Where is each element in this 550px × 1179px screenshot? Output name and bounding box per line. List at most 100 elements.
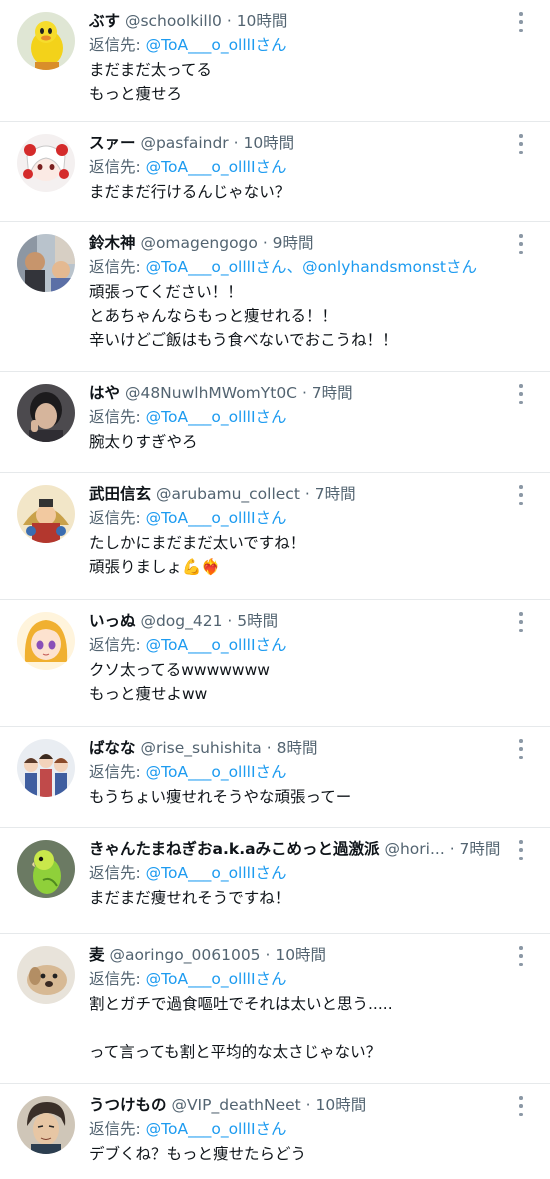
user-handle[interactable]: @rise_suhishita [140,739,261,757]
reply-content: うつけもの @VIP_deathNeet · 10時間 返信先: @ToA___o… [89,1093,514,1166]
user-handle[interactable]: @48NuwlhMWomYt0C [125,384,297,402]
timestamp[interactable]: 7時間 [460,840,501,858]
reply-text: 割とガチで過食嘔吐でそれは太いと思う..... って言っても割と平均的な太さじゃな… [89,992,514,1064]
reply-tweet[interactable]: 鈴木神 @omagengogo · 9時間 返信先: @ToA___o_olllI… [0,222,550,372]
mention-link[interactable]: @ToA___o_olllIさん [146,763,287,781]
user-handle[interactable]: @aoringo_0061005 [109,946,260,964]
more-options-icon[interactable] [514,1096,528,1116]
user-handle[interactable]: @omagengogo [140,234,257,252]
more-options-icon[interactable] [514,946,528,966]
replying-to-label: 返信先: [89,864,141,882]
reply-text-line: まだまだ太ってる [89,61,212,79]
replying-to: 返信先: @ToA___o_olllIさん [89,967,514,992]
more-options-icon[interactable] [514,485,528,505]
reply-tweet[interactable]: ばなな @rise_suhishita · 8時間 返信先: @ToA___o_o… [0,727,550,828]
display-name[interactable]: いっぬ [89,612,136,630]
reply-header: ぶす @schoolkill0 · 10時間 [89,9,514,33]
replying-to-label: 返信先: [89,408,141,426]
more-options-icon[interactable] [514,12,528,32]
reply-tweet[interactable]: うつけもの @VIP_deathNeet · 10時間 返信先: @ToA___o… [0,1084,550,1179]
reply-tweet[interactable]: はや @48NuwlhMWomYt0C · 7時間返信先: @ToA___o_o… [0,372,550,473]
replying-to: 返信先: @ToA___o_olllIさん [89,633,514,658]
reply-tweet[interactable]: 武田信玄 @arubamu_collect · 7時間 返信先: @ToA___o… [0,473,550,600]
mention-link[interactable]: @ToA___o_olllIさん [146,408,287,426]
anime-group-avatar[interactable] [17,739,75,797]
display-name[interactable]: うつけもの [89,1096,167,1114]
replying-to-label: 返信先: [89,970,141,988]
timestamp[interactable]: 7時間 [315,485,356,503]
reply-text: クソ太ってるwwwwwww もっと痩せよww [89,658,514,706]
timestamp[interactable]: 8時間 [277,739,318,757]
separator-dot: · [260,946,276,964]
display-name[interactable]: スァー [89,134,136,152]
photo-person-avatar[interactable] [17,384,75,442]
display-name[interactable]: ぶす [89,12,120,30]
mention-link[interactable]: @ToA___o_olllIさん [146,970,287,988]
separator-dot: · [297,384,312,402]
user-handle[interactable]: @VIP_deathNeet [171,1096,300,1114]
timestamp[interactable]: 5時間 [237,612,278,630]
reply-content: いっぬ @dog_421 · 5時間 返信先: @ToA___o_olllIさんク… [89,609,514,706]
display-name[interactable]: 鈴木神 [89,234,136,252]
mention-link[interactable]: @onlyhandsmonstさん [302,258,477,276]
replying-to: 返信先: @ToA___o_olllIさん、@onlyhandsmonstさん [89,255,514,280]
reply-tweet[interactable]: ぶす @schoolkill0 · 10時間 返信先: @ToA___o_olll… [0,0,550,122]
display-name[interactable]: ばなな [89,739,136,757]
more-options-icon[interactable] [514,739,528,759]
timestamp[interactable]: 10時間 [237,12,288,30]
timestamp[interactable]: 7時間 [312,384,353,402]
reply-tweet[interactable]: いっぬ @dog_421 · 5時間 返信先: @ToA___o_olllIさんク… [0,600,550,727]
timestamp[interactable]: 10時間 [275,946,326,964]
anime-girl-avatar[interactable] [17,612,75,670]
display-name[interactable]: 麦 [89,946,105,964]
dog-avatar[interactable] [17,946,75,1004]
reply-header: きゃんたまねぎおa.k.aみこめっと過激派 @hori... · 7時間 [89,837,514,861]
anime-man-avatar[interactable] [17,1096,75,1154]
reply-text-line: もうちょい痩せれそうやな頑張ってー [89,788,352,806]
user-handle[interactable]: @dog_421 [140,612,222,630]
reply-tweet[interactable]: スァー @pasfaindr · 10時間 返信先: @ToA___o_olllI… [0,122,550,222]
reply-text-line [89,1016,514,1040]
more-options-icon[interactable] [514,840,528,860]
user-handle[interactable]: @hori... [384,840,444,858]
reply-text-line: もっと痩せろ [89,85,183,103]
yellow-character-avatar[interactable] [17,12,75,70]
reply-text-line: まだまだ行けるんじゃない？ [89,183,291,201]
photo-street-avatar[interactable] [17,234,75,292]
replying-to: 返信先: @ToA___o_olllIさん [89,155,514,180]
timestamp[interactable]: 10時間 [316,1096,367,1114]
more-options-icon[interactable] [514,384,528,404]
display-name[interactable]: きゃんたまねぎおa.k.aみこめっと過激派 [89,840,380,858]
mention-link[interactable]: @ToA___o_olllIさん [146,158,287,176]
mention-link[interactable]: @ToA___o_olllIさん [146,36,287,54]
user-handle[interactable]: @schoolkill0 [125,12,222,30]
display-name[interactable]: 武田信玄 [89,485,151,503]
more-options-icon[interactable] [514,612,528,632]
replying-to: 返信先: @ToA___o_olllIさん [89,760,514,785]
reply-content: スァー @pasfaindr · 10時間 返信先: @ToA___o_olllI… [89,131,514,204]
user-handle[interactable]: @pasfaindr [140,134,228,152]
reply-tweet[interactable]: きゃんたまねぎおa.k.aみこめっと過激派 @hori... · 7時間返信先:… [0,828,550,934]
mention-link[interactable]: @ToA___o_olllIさん [146,258,287,276]
reply-tweet[interactable]: 麦 @aoringo_0061005 · 10時間返信先: @ToA___o_o… [0,934,550,1084]
reply-content: 麦 @aoringo_0061005 · 10時間返信先: @ToA___o_o… [89,943,514,1064]
mention-separator: 、 [286,258,303,276]
mention-link[interactable]: @ToA___o_olllIさん [146,1120,287,1138]
user-handle[interactable]: @arubamu_collect [156,485,300,503]
samurai-illustration-avatar[interactable] [17,485,75,543]
timestamp[interactable]: 9時間 [273,234,314,252]
mention-link[interactable]: @ToA___o_olllIさん [146,636,287,654]
reply-text-line: たしかにまだまだ太いですね！ [89,534,306,552]
green-parakeet-avatar[interactable] [17,840,75,898]
reply-text-line: って言っても割と平均的な太さじゃない？ [89,1043,382,1061]
mention-link[interactable]: @ToA___o_olllIさん [146,864,287,882]
reply-text-line: デブくね？もっと痩せたらどう [89,1145,307,1163]
more-options-icon[interactable] [514,134,528,154]
mention-link[interactable]: @ToA___o_olllIさん [146,509,287,527]
timestamp[interactable]: 10時間 [243,134,294,152]
separator-dot: · [300,1096,316,1114]
anime-girl-red-bows-avatar[interactable] [17,134,75,192]
more-options-icon[interactable] [514,234,528,254]
display-name[interactable]: はや [89,384,120,402]
reply-header: 武田信玄 @arubamu_collect · 7時間 [89,482,514,506]
